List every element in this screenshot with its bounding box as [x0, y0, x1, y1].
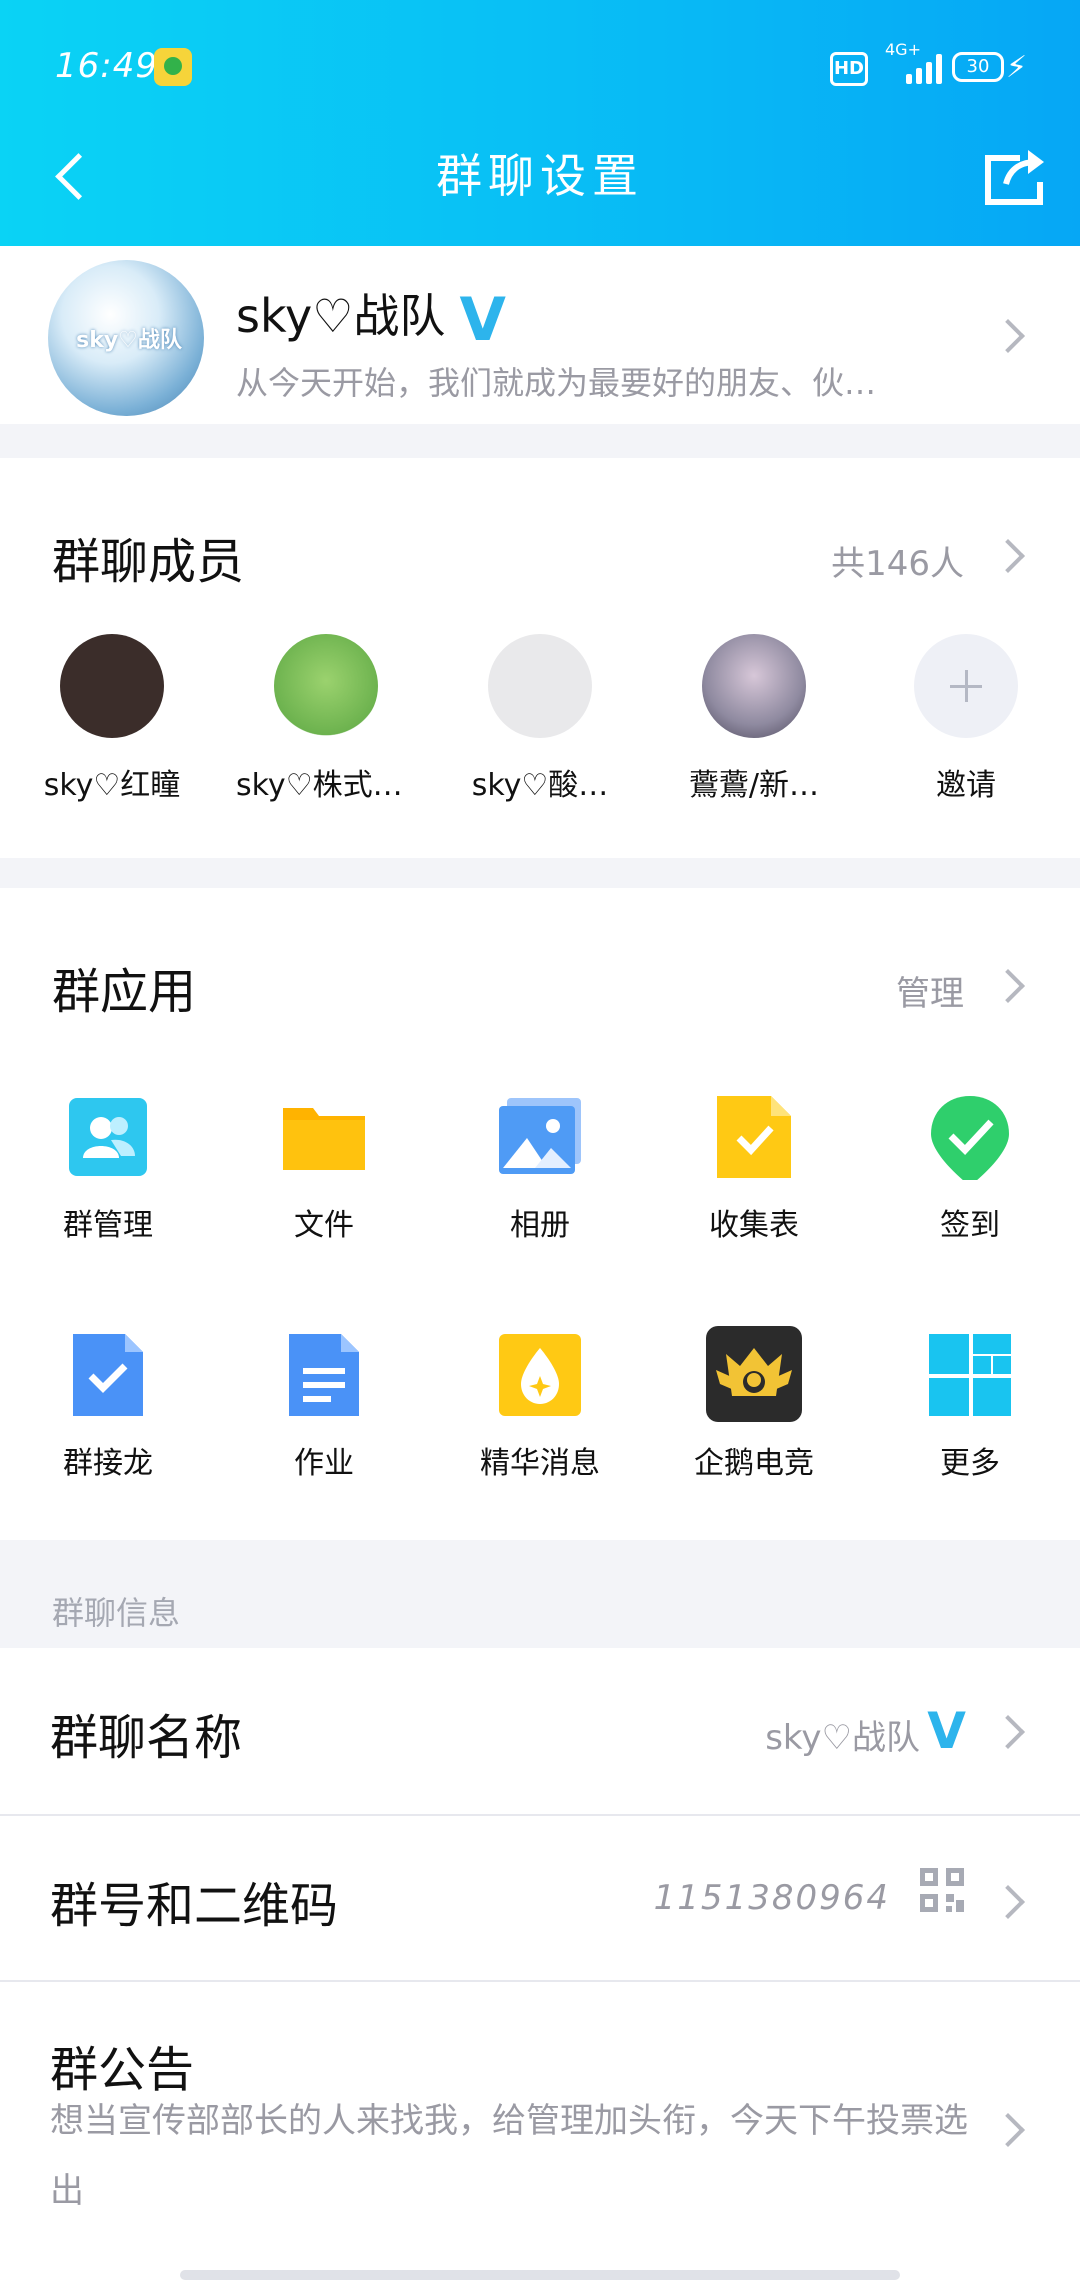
app-checkin[interactable]: 签到: [880, 1094, 1060, 1244]
member-avatar: [274, 634, 378, 738]
app-relay[interactable]: 群接龙: [18, 1332, 198, 1482]
plus-icon: [914, 634, 1018, 738]
member-name: 鷰鷰/新…: [688, 768, 820, 803]
app-homework[interactable]: 作业: [234, 1332, 414, 1482]
chevron-right-icon: [991, 1715, 1025, 1749]
header: 16:49 HD 4G+ 30 ⚡ 群聊设置: [0, 0, 1080, 246]
app-more[interactable]: 更多: [880, 1332, 1060, 1482]
group-name-row[interactable]: 群聊名称 sky♡战队 V: [0, 1648, 1080, 1814]
chevron-right-icon: [991, 539, 1025, 573]
app-label: 文件: [294, 1208, 354, 1243]
hd-icon: HD: [830, 52, 868, 86]
signal-icon: [880, 48, 942, 84]
nav-bar: 群聊设置: [0, 130, 1080, 246]
page-title: 群聊设置: [436, 149, 644, 203]
qr-code-icon: [920, 1868, 964, 1912]
app-label: 收集表: [709, 1208, 799, 1243]
member-item[interactable]: sky♡株式会社…: [236, 634, 416, 804]
group-name-value: sky♡战队: [765, 1718, 920, 1758]
group-name-text: sky♡战队: [236, 289, 446, 343]
app-label: 精华消息: [480, 1446, 600, 1481]
app-label: 签到: [940, 1208, 1000, 1243]
members-count[interactable]: 共146人: [831, 536, 964, 585]
group-manage-icon: [65, 1094, 151, 1180]
esports-icon: [706, 1326, 802, 1422]
group-profile-card[interactable]: sky♡战队 sky♡战队 V 从今天开始，我们就成为最要好的朋友、伙…: [0, 246, 1080, 424]
homework-icon: [281, 1332, 367, 1418]
checkin-icon: [927, 1094, 1013, 1186]
essence-icon: [497, 1332, 583, 1418]
app-label: 企鹅电竞: [694, 1446, 814, 1481]
verified-badge-icon: V: [927, 1702, 966, 1760]
form-icon: [711, 1094, 797, 1180]
member-name: sky♡酸…: [471, 768, 609, 803]
status-time: 16:49: [55, 46, 158, 86]
invite-button[interactable]: 邀请: [876, 634, 1056, 804]
app-label: 作业: [294, 1446, 354, 1481]
group-description: 从今天开始，我们就成为最要好的朋友、伙…: [236, 364, 877, 402]
app-group-manage[interactable]: 群管理: [18, 1094, 198, 1244]
verified-badge-icon: V: [459, 284, 506, 355]
status-bar: 16:49 HD 4G+ 30 ⚡: [0, 0, 1080, 130]
apps-manage-link[interactable]: 管理: [896, 966, 964, 1015]
battery-icon: 30: [952, 52, 1004, 82]
member-name: sky♡株式会社…: [236, 768, 416, 803]
group-notice-text: 想当宣传部部长的人来找我，给管理加头衔，今天下午投票选出: [50, 2101, 968, 2211]
music-app-icon: [154, 48, 192, 86]
group-avatar: sky♡战队: [48, 260, 204, 416]
group-name: sky♡战队 V: [236, 280, 506, 355]
app-label: 群管理: [63, 1208, 153, 1243]
group-number-title: 群号和二维码: [50, 1878, 339, 1934]
charging-icon: ⚡: [1006, 50, 1028, 85]
group-apps-section: 群应用 管理 群管理 文件 相册 收集表 签到 群接龙 作业 精华消息 企鹅电竞…: [0, 888, 1080, 1540]
member-item[interactable]: sky♡酸…: [450, 634, 630, 804]
relay-icon: [65, 1332, 151, 1418]
member-avatar: [702, 634, 806, 738]
chevron-right-icon: [991, 1885, 1025, 1919]
group-info-label: 群聊信息: [52, 1594, 181, 1632]
app-label: 相册: [510, 1208, 570, 1243]
member-item[interactable]: sky♡红瞳: [22, 634, 202, 804]
group-notice-row[interactable]: 群公告 想当宣传部部长的人来找我，给管理加头衔，今天下午投票选出: [0, 1982, 1080, 2280]
album-icon: [497, 1094, 583, 1180]
group-name-title: 群聊名称: [50, 1710, 243, 1766]
member-item[interactable]: 鷰鷰/新…: [664, 634, 844, 804]
app-label: 更多: [940, 1446, 1000, 1481]
app-collect-form[interactable]: 收集表: [664, 1094, 844, 1244]
member-name: sky♡红瞳: [43, 768, 181, 803]
member-avatar: [60, 634, 164, 738]
chevron-right-icon: [991, 969, 1025, 1003]
app-album[interactable]: 相册: [450, 1094, 630, 1244]
member-avatar: [488, 634, 592, 738]
group-number-value: 1151380964: [653, 1878, 890, 1918]
chevron-right-icon: [991, 319, 1025, 353]
more-icon: [927, 1332, 1013, 1418]
app-esports[interactable]: 企鹅电竞: [664, 1326, 844, 1482]
chevron-right-icon: [991, 2113, 1025, 2147]
app-label: 群接龙: [63, 1446, 153, 1481]
members-title: 群聊成员: [52, 534, 245, 590]
group-avatar-text: sky♡战队: [76, 328, 182, 353]
share-icon[interactable]: [980, 140, 1050, 210]
group-number-row[interactable]: 群号和二维码 1151380964: [0, 1816, 1080, 1980]
bottom-scroll-indicator: [180, 2270, 900, 2280]
folder-icon: [281, 1094, 367, 1180]
app-files[interactable]: 文件: [234, 1094, 414, 1244]
group-members-section: 群聊成员 共146人 sky♡红瞳 sky♡株式会社… sky♡酸… 鷰鷰/新……: [0, 458, 1080, 858]
app-essence[interactable]: 精华消息: [450, 1332, 630, 1482]
invite-label: 邀请: [936, 768, 996, 803]
apps-title: 群应用: [52, 964, 197, 1020]
